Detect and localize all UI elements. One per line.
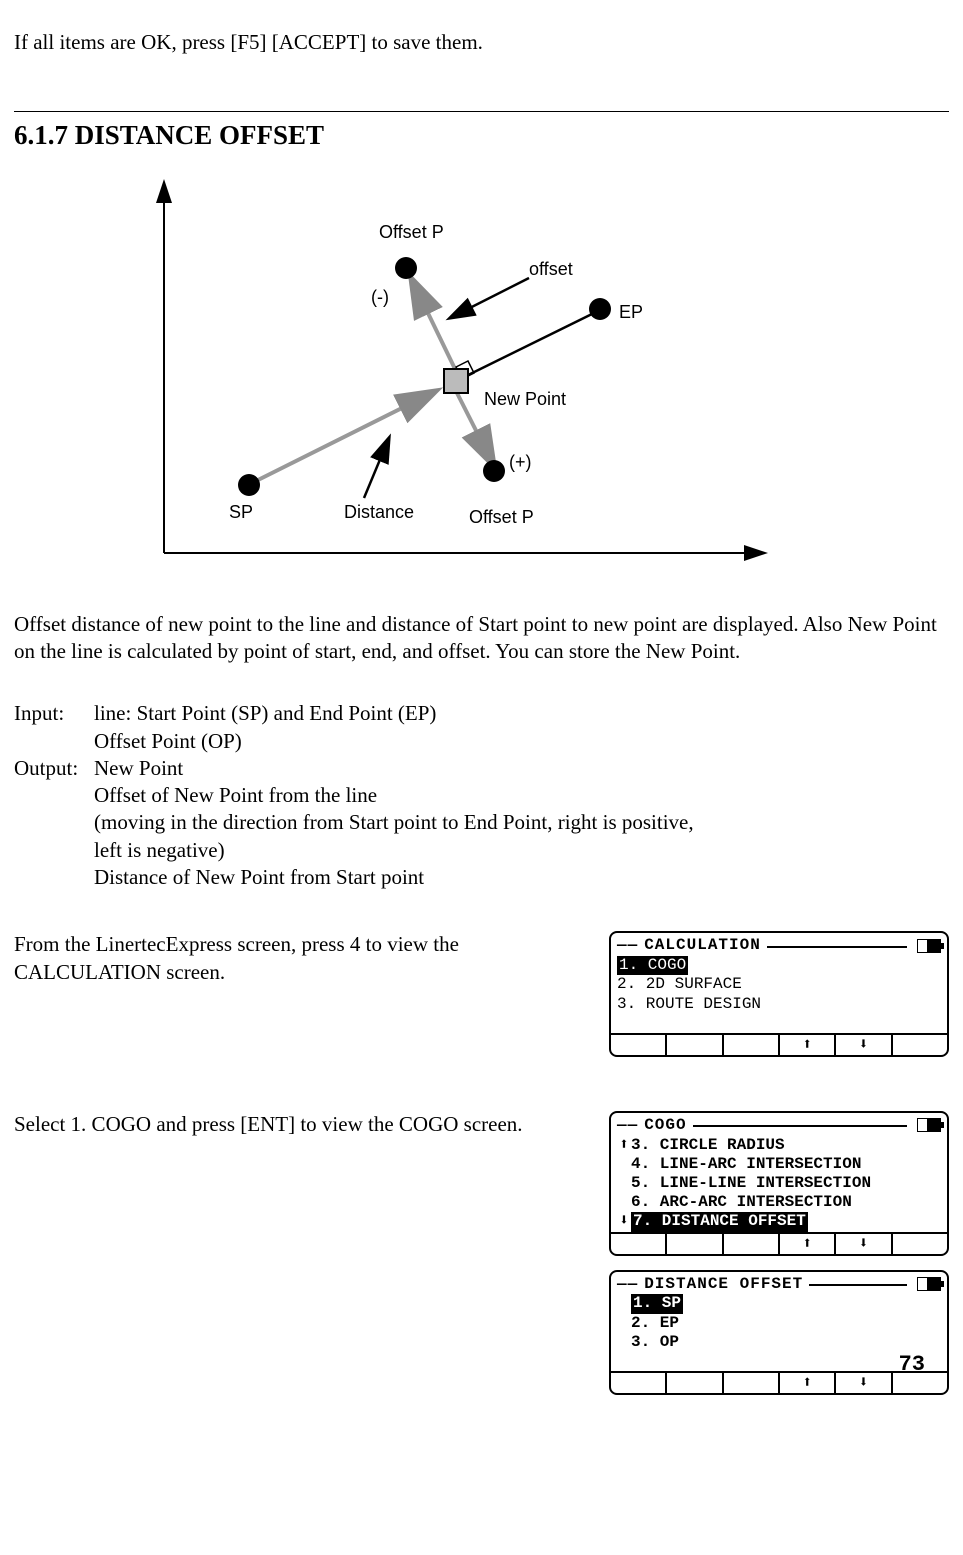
svg-text:Distance: Distance (344, 502, 414, 522)
battery-icon (917, 939, 941, 953)
menu-item[interactable]: 2. EP (631, 1314, 679, 1332)
menu-item[interactable]: 5. LINE-LINE INTERSECTION (631, 1174, 871, 1192)
svg-text:SP: SP (229, 502, 253, 522)
menu-item-selected[interactable]: 1. SP (631, 1294, 683, 1313)
svg-text:New Point: New Point (484, 389, 566, 409)
softkey-f4-up[interactable]: ⬆ (780, 1234, 836, 1254)
section-heading: 6.1.7 DISTANCE OFFSET (14, 118, 949, 153)
softkey-f5-down[interactable]: ⬇ (836, 1373, 892, 1393)
softkey-f1[interactable] (611, 1035, 667, 1055)
scroll-down-icon: ⬇ (617, 1212, 631, 1231)
menu-item[interactable]: 6. ARC-ARC INTERSECTION (631, 1193, 852, 1211)
scroll-up-icon: ⬆ (617, 1136, 631, 1155)
calculation-screen: —— CALCULATION 1. COGO 2. 2D SURFACE 3. … (609, 931, 949, 1057)
softkey-f1[interactable] (611, 1373, 667, 1393)
softkey-f1[interactable] (611, 1234, 667, 1254)
battery-icon (917, 1277, 941, 1291)
menu-item[interactable]: 3. ROUTE DESIGN (617, 995, 941, 1014)
softkey-f4-up[interactable]: ⬆ (780, 1035, 836, 1055)
distance-offset-screen: —— DISTANCE OFFSET 1. SP 2. EP 3. OP ⬆ ⬇… (609, 1270, 949, 1396)
description-text: Offset distance of new point to the line… (14, 611, 949, 666)
softkey-f5-down[interactable]: ⬇ (836, 1234, 892, 1254)
battery-icon (917, 1118, 941, 1132)
svg-text:Offset P: Offset P (379, 222, 444, 242)
step1-text: From the LinertecExpress screen, press 4… (14, 931, 597, 986)
intro-text: If all items are OK, press [F5] [ACCEPT]… (14, 29, 949, 56)
input-line: Offset Point (OP) (94, 728, 949, 755)
step2-text: Select 1. COGO and press [ENT] to view t… (14, 1111, 597, 1138)
softkey-f2[interactable] (667, 1234, 723, 1254)
softkey-f3[interactable] (724, 1234, 780, 1254)
menu-item-selected[interactable]: 7. DISTANCE OFFSET (631, 1212, 808, 1231)
svg-text:offset: offset (529, 259, 573, 279)
input-label: Input: (14, 700, 94, 755)
menu-item[interactable]: 2. 2D SURFACE (617, 975, 941, 994)
menu-item-selected[interactable]: 1. COGO (617, 956, 688, 975)
softkey-f3[interactable] (724, 1373, 780, 1393)
output-line: (moving in the direction from Start poin… (94, 809, 949, 836)
svg-text:(-): (-) (371, 287, 389, 307)
softkey-f3[interactable] (724, 1035, 780, 1055)
output-label: Output: (14, 755, 94, 891)
output-line: left is negative) (94, 837, 949, 864)
svg-text:Offset P: Offset P (469, 507, 534, 527)
softkey-f5-down[interactable]: ⬇ (836, 1035, 892, 1055)
softkey-row: ⬆ ⬇ (611, 1371, 947, 1393)
softkey-row: ⬆ ⬇ (611, 1232, 947, 1254)
output-line: Offset of New Point from the line (94, 782, 949, 809)
svg-text:EP: EP (619, 302, 643, 322)
softkey-row: ⬆ ⬇ (611, 1033, 947, 1055)
softkey-f4-up[interactable]: ⬆ (780, 1373, 836, 1393)
output-line: New Point (94, 755, 949, 782)
screen-title: COGO (644, 1115, 686, 1136)
svg-text:(+): (+) (509, 452, 532, 472)
page-number: 73 (899, 1351, 925, 1380)
distance-offset-diagram: Offset P offset (-) EP New Point (+) SP … (134, 173, 949, 580)
input-line: line: Start Point (SP) and End Point (EP… (94, 700, 949, 727)
softkey-f2[interactable] (667, 1373, 723, 1393)
softkey-f2[interactable] (667, 1035, 723, 1055)
screen-title: DISTANCE OFFSET (644, 1274, 803, 1295)
input-output-block: Input: line: Start Point (SP) and End Po… (14, 700, 949, 891)
section-divider (14, 111, 949, 112)
screen-title: CALCULATION (644, 935, 761, 956)
softkey-f6[interactable] (893, 1035, 947, 1055)
cogo-screen: —— COGO ⬆3. CIRCLE RADIUS 4. LINE-ARC IN… (609, 1111, 949, 1256)
menu-item[interactable]: 3. CIRCLE RADIUS (631, 1136, 785, 1154)
softkey-f6[interactable] (893, 1234, 947, 1254)
menu-item[interactable]: 4. LINE-ARC INTERSECTION (631, 1155, 861, 1173)
menu-item[interactable]: 3. OP (631, 1333, 679, 1351)
output-line: Distance of New Point from Start point (94, 864, 949, 891)
